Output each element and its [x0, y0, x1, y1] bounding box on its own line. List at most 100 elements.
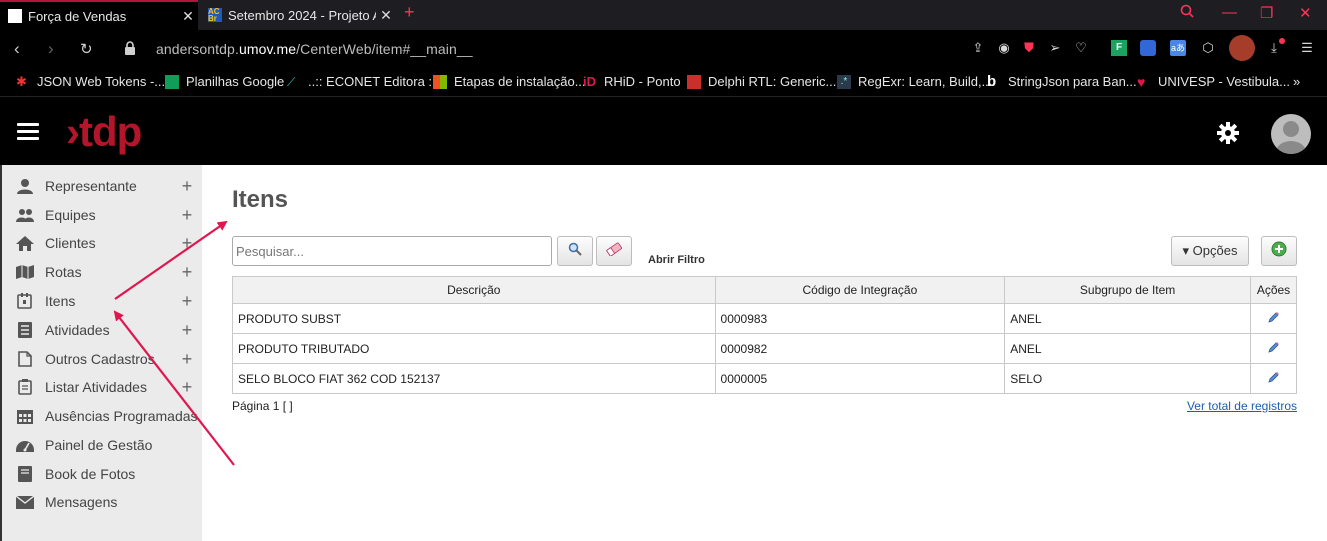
expand-icon[interactable]: + [181, 378, 193, 396]
expand-icon[interactable]: + [181, 263, 193, 281]
book-icon [15, 466, 34, 483]
edit-pencil-icon[interactable] [1267, 371, 1280, 387]
send-icon[interactable]: ➢ [1047, 40, 1063, 56]
sidebar-item-label: Painel de Gestão [45, 437, 153, 453]
forward-icon[interactable]: › [48, 39, 54, 59]
cell-descricao: PRODUTO SUBST [232, 303, 716, 334]
sidebar-item-label: Mensagens [45, 494, 118, 510]
bookmark-planilhas[interactable]: Planilhas Google [165, 74, 284, 89]
search-button[interactable] [557, 236, 593, 266]
sidebar-item-equipes[interactable]: Equipes + [15, 203, 193, 227]
open-filter-link[interactable]: Abrir Filtro [648, 254, 705, 266]
bookmark-delphi[interactable]: Delphi RTL: Generic... [687, 74, 836, 89]
expand-icon[interactable]: + [181, 292, 193, 310]
acbr-icon: AC Br [208, 8, 222, 23]
more-bookmarks-button[interactable]: » [1293, 74, 1300, 89]
sidebar-item-atividades[interactable]: Atividades + [15, 318, 193, 342]
sidebar-item-label: Book de Fotos [45, 466, 136, 482]
bookmark-regexr[interactable]: .* RegExr: Learn, Build,... [837, 74, 992, 89]
table-row[interactable]: PRODUTO SUBST 0000983 ANEL [232, 303, 1297, 334]
user-avatar[interactable] [1271, 114, 1311, 154]
back-icon[interactable]: ‹ [14, 39, 20, 59]
minimize-icon[interactable]: — [1222, 4, 1237, 21]
options-dropdown-button[interactable]: ▾ Opções [1171, 236, 1249, 266]
shield-icon[interactable]: ⛊ [1021, 40, 1037, 56]
sidebar-item-clientes[interactable]: Clientes + [15, 231, 193, 255]
tab-forca-de-vendas[interactable]: Força de Vendas ✕ [0, 0, 198, 30]
search-tabs-icon[interactable] [1180, 4, 1194, 22]
bookmark-univesp[interactable]: ♥ UNIVESP - Vestibula... [1137, 74, 1290, 89]
plus-circle-icon [1271, 241, 1287, 262]
add-item-button[interactable] [1261, 236, 1297, 266]
bookmark-jwt[interactable]: ✱ JSON Web Tokens -... [16, 74, 165, 89]
regexr-icon: .* [837, 74, 851, 89]
sidebar-item-listar-atividades[interactable]: Listar Atividades + [15, 375, 193, 399]
bookmark-econet[interactable]: ⟋ ..:: ECONET Editora ::.. [287, 74, 443, 89]
menu-icon[interactable]: ☰ [1299, 40, 1315, 56]
rhid-icon: iD [583, 73, 596, 89]
extension-photos-icon[interactable] [1140, 40, 1156, 56]
cell-acoes [1250, 303, 1297, 334]
group-icon [15, 207, 34, 224]
column-header-codigo[interactable]: Código de Integração [714, 276, 1006, 304]
clear-search-button[interactable] [596, 236, 632, 266]
sidebar-item-rotas[interactable]: Rotas + [15, 260, 193, 284]
expand-icon[interactable]: + [181, 321, 193, 339]
edit-pencil-icon[interactable] [1267, 341, 1280, 357]
bookmark-label: StringJson para Ban... [1008, 74, 1137, 89]
search-icon [568, 242, 582, 261]
gear-icon[interactable] [1217, 122, 1239, 144]
translate-icon[interactable]: aあ [1170, 40, 1186, 56]
tab-title: Força de Vendas [28, 8, 127, 24]
restore-icon[interactable]: ❐ [1260, 4, 1273, 22]
sidebar-item-label: Clientes [45, 235, 96, 251]
total-records-link[interactable]: Ver total de registros [1187, 399, 1297, 413]
cell-subgrupo: SELO [1004, 363, 1251, 394]
url-field[interactable]: andersontdp.umov.me/CenterWeb/item#__mai… [156, 41, 473, 57]
profile-avatar-icon[interactable] [1229, 35, 1255, 61]
expand-icon[interactable]: + [181, 206, 193, 224]
column-header-subgrupo[interactable]: Subgrupo de Item [1004, 276, 1251, 304]
hamburger-menu-icon[interactable] [17, 123, 39, 141]
sidebar-item-outros-cadastros[interactable]: Outros Cadastros + [15, 347, 193, 371]
share-icon[interactable]: ⇪ [970, 40, 986, 56]
chevron-double-right-icon: » [1293, 74, 1301, 89]
expand-icon[interactable]: + [181, 350, 193, 368]
cell-codigo: 0000982 [714, 333, 1006, 364]
sidebar-item-book-de-fotos[interactable]: Book de Fotos [15, 462, 193, 486]
table-row[interactable]: PRODUTO TRIBUTADO 0000982 ANEL [232, 333, 1297, 364]
bookmark-etapas[interactable]: Etapas de instalação... [433, 74, 586, 89]
sidebar-item-representante[interactable]: Representante + [15, 174, 193, 198]
tab-title: Setembro 2024 - Projeto Ac [228, 7, 376, 23]
univesp-icon: ♥ [1137, 73, 1146, 90]
bookmark-stringjson[interactable]: b StringJson para Ban... [987, 74, 1137, 90]
bookmark-rhid[interactable]: iD RHiD - Ponto [583, 74, 681, 89]
cell-subgrupo: ANEL [1004, 333, 1251, 364]
extension-f-icon[interactable]: F [1111, 40, 1127, 56]
expand-icon[interactable]: + [181, 234, 193, 252]
expand-icon[interactable]: + [181, 177, 193, 195]
envelope-icon [15, 494, 34, 511]
sidebar-item-ausencias-programadas[interactable]: Ausências Programadas [15, 404, 198, 428]
sidebar-item-mensagens[interactable]: Mensagens [15, 490, 193, 514]
sidebar-item-label: Atividades [45, 322, 110, 338]
sidebar-item-itens[interactable]: Itens + [15, 289, 193, 313]
close-tab-icon[interactable]: ✕ [178, 8, 198, 25]
extensions-cube-icon[interactable]: ⬡ [1200, 40, 1216, 56]
search-input[interactable] [232, 236, 552, 266]
column-header-acoes: Ações [1250, 276, 1297, 304]
close-window-icon[interactable]: ✕ [1299, 4, 1312, 22]
sidebar-item-painel-de-gestao[interactable]: Painel de Gestão [15, 433, 193, 457]
tab-setembro-2024[interactable]: AC Br Setembro 2024 - Projeto Ac ✕ [200, 0, 396, 30]
camera-icon[interactable]: ◉ [996, 40, 1012, 56]
column-header-descricao[interactable]: Descrição [232, 276, 716, 304]
tdp-logo[interactable]: ›tdp [66, 111, 142, 153]
new-tab-icon[interactable]: + [404, 2, 415, 23]
reload-icon[interactable]: ↻ [80, 40, 93, 58]
heart-icon[interactable]: ♡ [1073, 40, 1089, 56]
edit-pencil-icon[interactable] [1267, 311, 1280, 327]
close-tab-icon[interactable]: ✕ [376, 7, 396, 24]
sidebar-item-label: Outros Cadastros [45, 351, 155, 367]
table-row[interactable]: SELO BLOCO FIAT 362 COD 152137 0000005 S… [232, 363, 1297, 394]
lock-icon[interactable] [124, 40, 136, 60]
